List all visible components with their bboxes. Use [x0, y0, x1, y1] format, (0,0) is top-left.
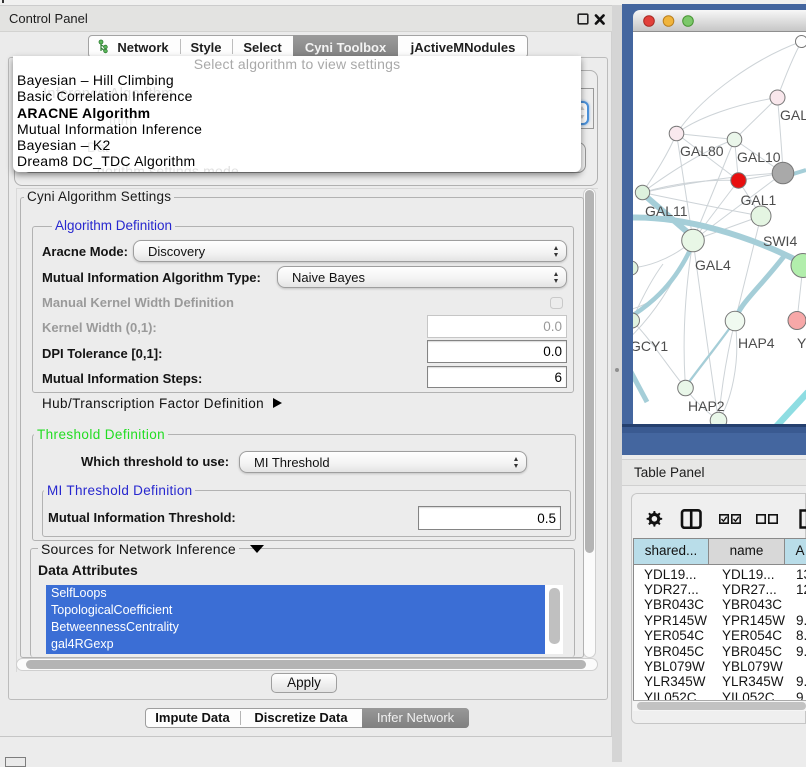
svg-text:Y: Y — [797, 335, 806, 351]
svg-text:HAP2: HAP2 — [688, 398, 725, 414]
svg-text:GAL8: GAL8 — [780, 107, 806, 123]
svg-text:GAL1: GAL1 — [741, 192, 777, 208]
svg-text:GAL11: GAL11 — [645, 203, 688, 219]
svg-text:GAL10: GAL10 — [737, 149, 781, 165]
svg-text:GCY1: GCY1 — [633, 338, 668, 354]
svg-text:GAL4: GAL4 — [695, 257, 731, 273]
svg-text:GAL80: GAL80 — [680, 143, 724, 159]
svg-text:SWI4: SWI4 — [763, 233, 797, 249]
svg-text:HAP4: HAP4 — [738, 335, 775, 351]
